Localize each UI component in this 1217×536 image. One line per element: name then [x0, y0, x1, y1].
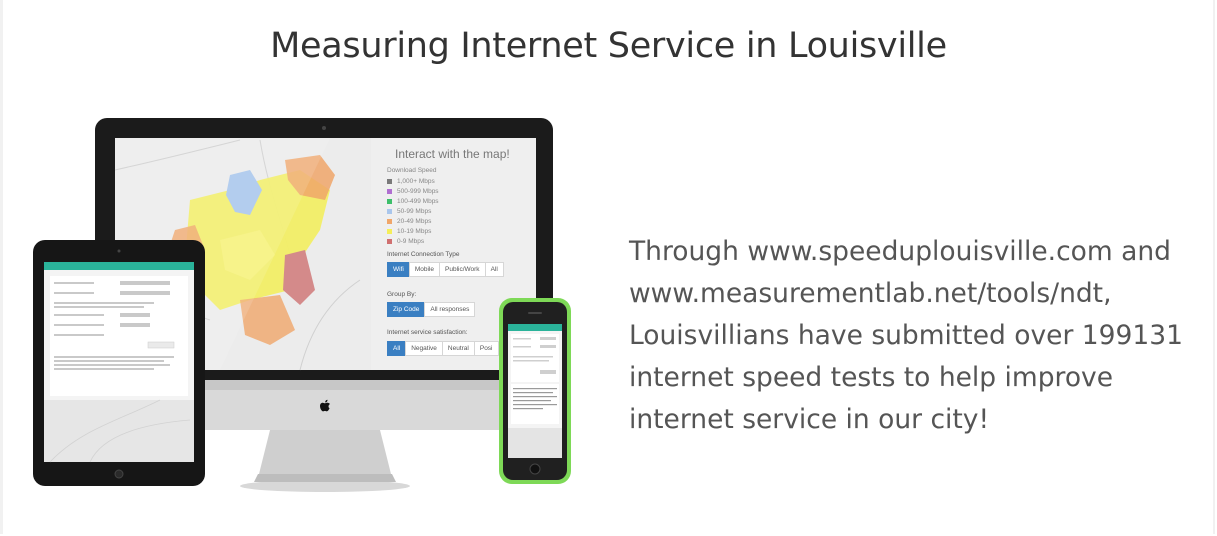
satisfaction-button[interactable]: Negative [405, 341, 443, 356]
apple-logo-icon [320, 399, 330, 412]
legend-swatch [387, 228, 392, 234]
map-side-panel: Interact with the map! Download Speed 1,… [371, 138, 536, 368]
legend-label: 20-49 Mbps [397, 217, 432, 225]
satisfaction-buttons: All Negative Neutral Posi [387, 341, 499, 356]
connection-type-buttons: Wifi Mobile Public/Work All [387, 262, 504, 277]
connection-type-label: Internet Connection Type [387, 251, 460, 258]
page-title: Measuring Internet Service in Louisville [270, 26, 947, 66]
legend-title: Download Speed [387, 167, 437, 174]
connection-type-button[interactable]: Public/Work [439, 262, 486, 277]
connection-type-button[interactable]: Mobile [408, 262, 440, 277]
group-by-button[interactable]: Zip Code [387, 302, 426, 317]
legend-label: 100-499 Mbps [397, 197, 439, 205]
tagline-text: Through www.speeduplouisville.com and ww… [629, 236, 1183, 435]
connection-type-button[interactable]: All [484, 262, 504, 277]
legend-item: 20-49 Mbps [387, 216, 439, 226]
group-by-label: Group By: [387, 291, 417, 298]
legend-label: 0-9 Mbps [397, 237, 425, 245]
legend-swatch [387, 218, 392, 224]
satisfaction-button[interactable]: All [387, 341, 407, 356]
legend-swatch [387, 178, 392, 184]
legend-label: 1,000+ Mbps [397, 177, 435, 185]
legend-item: 10-19 Mbps [387, 226, 439, 236]
legend-item: 50-99 Mbps [387, 206, 439, 216]
satisfaction-button[interactable]: Posi [473, 341, 499, 356]
legend-swatch [387, 198, 392, 204]
connection-type-button[interactable]: Wifi [387, 262, 410, 277]
legend-swatch [387, 188, 392, 194]
legend-label: 50-99 Mbps [397, 207, 432, 215]
group-by-button[interactable]: All responses [424, 302, 476, 317]
speed-legend: 1,000+ Mbps 500-999 Mbps 100-499 Mbps 50-99… [387, 176, 439, 246]
legend-item: 500-999 Mbps [387, 186, 439, 196]
legend-label: 10-19 Mbps [397, 227, 432, 235]
satisfaction-label: Internet service satisfaction: [387, 329, 468, 336]
legend-swatch [387, 238, 392, 244]
legend-swatch [387, 208, 392, 214]
legend-item: 100-499 Mbps [387, 196, 439, 206]
legend-item: 1,000+ Mbps [387, 176, 439, 186]
satisfaction-button[interactable]: Neutral [441, 341, 475, 356]
group-by-buttons: Zip Code All responses [387, 302, 476, 317]
legend-item: 0-9 Mbps [387, 236, 439, 246]
legend-label: 500-999 Mbps [397, 187, 439, 195]
map-heading: Interact with the map! [395, 147, 510, 161]
